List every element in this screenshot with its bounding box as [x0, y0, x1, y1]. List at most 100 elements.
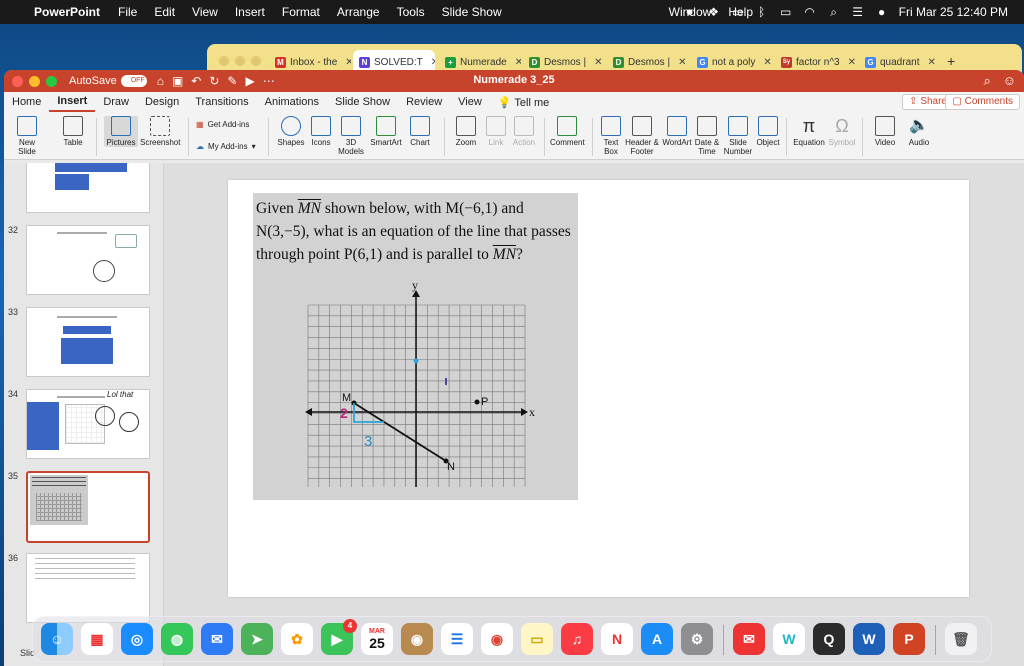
music-icon[interactable]: ♫: [561, 623, 593, 655]
finder-icon[interactable]: ☺: [41, 623, 73, 655]
close-icon[interactable]: ✕: [431, 57, 435, 68]
tab-insert[interactable]: Insert: [49, 92, 96, 112]
tab-home[interactable]: Home: [4, 96, 49, 108]
tab-animations[interactable]: Animations: [257, 96, 327, 108]
reminders-icon[interactable]: ☰: [441, 623, 473, 655]
slide-thumbnail-34[interactable]: Lol that: [26, 389, 150, 459]
close-icon[interactable]: ✕: [678, 57, 686, 68]
slide-thumbnail-panel[interactable]: 32 33 34 Lol that 35 36 Slic: [4, 163, 164, 666]
close-icon[interactable]: ✕: [515, 57, 521, 68]
pictures-button[interactable]: Pictures: [104, 116, 138, 147]
autosave-control[interactable]: AutoSave OFF: [69, 75, 147, 87]
smiley-feedback-icon[interactable]: ☺: [1003, 73, 1016, 89]
shapes-button[interactable]: Shapes: [276, 116, 306, 147]
tab-transitions[interactable]: Transitions: [187, 96, 256, 108]
contacts-icon[interactable]: ◉: [401, 623, 433, 655]
equation-button[interactable]: π Equation: [792, 116, 826, 147]
control-center-icon[interactable]: ☰: [851, 6, 865, 18]
photos-icon[interactable]: ✿: [281, 623, 313, 655]
notes-icon[interactable]: ▭: [521, 623, 553, 655]
record-icon[interactable]: ⏺: [683, 6, 697, 18]
powerpoint-icon[interactable]: P: [893, 623, 925, 655]
slide-thumbnail-32[interactable]: [26, 225, 150, 295]
tell-me-search[interactable]: 💡 Tell me: [490, 96, 557, 109]
slide-thumbnail-33[interactable]: [26, 307, 150, 377]
battery-icon[interactable]: ▭: [779, 6, 793, 18]
menu-app-name[interactable]: PowerPoint: [34, 5, 100, 19]
calendar-icon[interactable]: MAR 25: [361, 623, 393, 655]
text-box-button[interactable]: Text Box: [598, 116, 624, 156]
get-addins-button[interactable]: ▦ Get Add-ins: [196, 120, 249, 129]
chrome-icon[interactable]: ◉: [481, 623, 513, 655]
close-icon[interactable]: ✕: [763, 57, 771, 68]
wordart-button[interactable]: WordArt: [662, 116, 692, 147]
smartart-button[interactable]: SmartArt: [368, 116, 404, 147]
zoom-window-button[interactable]: [46, 75, 57, 87]
menu-view[interactable]: View: [192, 5, 218, 19]
launchpad-icon[interactable]: ▦: [81, 623, 113, 655]
spotlight-search-icon[interactable]: ⌕: [827, 6, 841, 18]
search-icon[interactable]: ⌕: [983, 73, 990, 89]
zoom-button[interactable]: Zoom: [452, 116, 480, 147]
menu-arrange[interactable]: Arrange: [337, 5, 380, 19]
link-button[interactable]: Link: [484, 116, 508, 147]
header-footer-button[interactable]: Header & Footer: [624, 116, 660, 156]
close-icon[interactable]: ✕: [927, 57, 935, 68]
menu-file[interactable]: File: [118, 5, 137, 19]
slide-thumbnail-35[interactable]: [26, 471, 150, 543]
save-icon[interactable]: ▣: [172, 74, 183, 88]
tab-review[interactable]: Review: [398, 96, 450, 108]
messages-icon[interactable]: ◍: [161, 623, 193, 655]
audio-button[interactable]: 🔈 Audio: [906, 116, 932, 147]
dropbox-icon[interactable]: ❖: [707, 6, 721, 18]
comments-button[interactable]: ▢ Comments: [945, 94, 1020, 110]
menu-insert[interactable]: Insert: [235, 5, 265, 19]
present-icon[interactable]: ▶: [245, 74, 254, 88]
chart-button[interactable]: Chart: [408, 116, 432, 147]
safari-icon[interactable]: ◎: [121, 623, 153, 655]
video-button[interactable]: Video: [870, 116, 900, 147]
quicktime-icon[interactable]: Q: [813, 623, 845, 655]
icons-button[interactable]: Icons: [308, 116, 334, 147]
close-icon[interactable]: ✕: [345, 57, 351, 68]
new-tab-icon[interactable]: +: [947, 53, 955, 69]
menu-datetime[interactable]: Fri Mar 25 12:40 PM: [899, 5, 1008, 19]
maps-icon[interactable]: ➤: [241, 623, 273, 655]
symbol-button[interactable]: Ω Symbol: [828, 116, 856, 147]
current-slide[interactable]: Given MN shown below, with M(−6,1) and N…: [228, 180, 969, 597]
comment-button[interactable]: Comment: [550, 116, 585, 147]
menu-slide-show[interactable]: Slide Show: [442, 5, 502, 19]
date-time-button[interactable]: Date & Time: [694, 116, 720, 156]
undo-icon[interactable]: ↶: [191, 74, 201, 88]
object-button[interactable]: Object: [754, 116, 782, 147]
facetime-icon[interactable]: ▶ 4: [321, 619, 357, 655]
system-preferences-icon[interactable]: ⚙: [681, 623, 713, 655]
screenshot-button[interactable]: Screenshot: [140, 116, 180, 147]
wifi-icon[interactable]: ◠: [803, 6, 817, 18]
redo-icon[interactable]: ↻: [209, 74, 219, 88]
menu-tools[interactable]: Tools: [397, 5, 425, 19]
tab-design[interactable]: Design: [137, 96, 187, 108]
mail-icon[interactable]: ✉: [201, 623, 233, 655]
word-icon[interactable]: W: [853, 623, 885, 655]
close-icon[interactable]: ✕: [594, 57, 602, 68]
new-slide-button[interactable]: New Slide: [10, 116, 44, 156]
menu-format[interactable]: Format: [282, 5, 320, 19]
app-store-icon[interactable]: A: [641, 623, 673, 655]
close-window-button[interactable]: [12, 75, 23, 87]
my-addins-button[interactable]: ☁ My Add-ins ▾: [196, 142, 256, 151]
slide-editor[interactable]: Given MN shown below, with M(−6,1) and N…: [164, 163, 1024, 666]
problem-image[interactable]: Given MN shown below, with M(−6,1) and N…: [253, 193, 578, 500]
tab-slide-show[interactable]: Slide Show: [327, 96, 398, 108]
siri-icon[interactable]: ●: [875, 6, 889, 18]
menu-edit[interactable]: Edit: [154, 5, 175, 19]
trash-icon[interactable]: 🗑: [945, 623, 977, 655]
slide-thumbnail-36[interactable]: [26, 553, 150, 623]
tab-view[interactable]: View: [450, 96, 490, 108]
edit-icon[interactable]: ✎: [227, 74, 237, 88]
3d-models-button[interactable]: 3D Models: [336, 116, 366, 156]
close-icon[interactable]: ✕: [848, 57, 856, 68]
bluetooth-icon[interactable]: ᛒ: [755, 6, 769, 18]
tab-draw[interactable]: Draw: [95, 96, 137, 108]
news-icon[interactable]: N: [601, 623, 633, 655]
